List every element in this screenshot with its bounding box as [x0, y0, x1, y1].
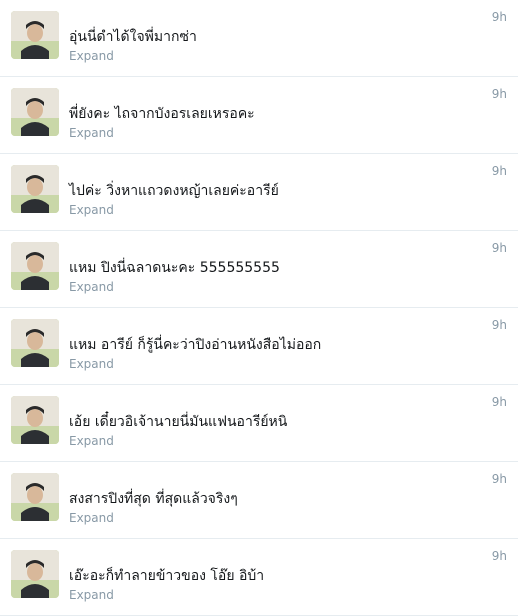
avatar[interactable] — [11, 88, 59, 136]
tweet-time: 9h — [491, 241, 507, 255]
tweet-row[interactable]: 9h เอ้ย เดี๋ยวอิเจ้านายนี่มันแฟนอารีย์หน… — [0, 385, 518, 462]
expand-link[interactable]: Expand — [69, 203, 114, 217]
tweet-text: อุ่นนี่ดำได้ใจพี่มากซ่า — [69, 29, 197, 45]
tweet-row[interactable]: 9h อุ่นนี่ดำได้ใจพี่มากซ่า Expand — [0, 0, 518, 77]
tweet-text: พี่ยังคะ ไถจากบังอรเลยเหรอคะ — [69, 106, 255, 122]
tweet-text: แหม อารีย์ ก็รู้นี่คะว่าปิงอ่านหนังสือไม… — [69, 337, 322, 353]
tweet-row[interactable]: 9h แหม อารีย์ ก็รู้นี่คะว่าปิงอ่านหนังสื… — [0, 308, 518, 385]
tweet-time: 9h — [491, 164, 507, 178]
avatar[interactable] — [11, 473, 59, 521]
expand-link[interactable]: Expand — [69, 357, 114, 371]
tweet-row[interactable]: 9h แหม ปิงนี่ฉลาดนะคะ 555555555 Expand — [0, 231, 518, 308]
avatar[interactable] — [11, 165, 59, 213]
avatar[interactable] — [11, 319, 59, 367]
expand-link[interactable]: Expand — [69, 280, 114, 294]
tweet-time: 9h — [491, 549, 507, 563]
expand-link[interactable]: Expand — [69, 126, 114, 140]
tweet-text: ไปค่ะ วิ่งหาแถวดงหญ้าเลยค่ะอารีย์ — [69, 183, 279, 199]
tweet-text: แหม ปิงนี่ฉลาดนะคะ 555555555 — [69, 260, 280, 276]
tweet-time: 9h — [491, 318, 507, 332]
avatar[interactable] — [11, 242, 59, 290]
tweet-row[interactable]: 9h พี่ยังคะ ไถจากบังอรเลยเหรอคะ Expand — [0, 77, 518, 154]
expand-link[interactable]: Expand — [69, 511, 114, 525]
tweet-row[interactable]: 9h สงสารปิงที่สุด ที่สุดแล้วจริงๆ Expand — [0, 462, 518, 539]
avatar[interactable] — [11, 396, 59, 444]
tweet-time: 9h — [491, 395, 507, 409]
expand-link[interactable]: Expand — [69, 49, 114, 63]
tweet-time: 9h — [491, 472, 507, 486]
avatar[interactable] — [11, 550, 59, 598]
tweet-time: 9h — [491, 10, 507, 24]
tweet-text: เอ้ย เดี๋ยวอิเจ้านายนี่มันแฟนอารีย์หนิ — [69, 414, 288, 430]
expand-link[interactable]: Expand — [69, 588, 114, 602]
tweet-time: 9h — [491, 87, 507, 101]
expand-link[interactable]: Expand — [69, 434, 114, 448]
tweet-row[interactable]: 9h เอ๊ะอะก็ทำลายข้าวของ โอ๊ย อิบ้า Expan… — [0, 539, 518, 616]
tweet-row[interactable]: 9h ไปค่ะ วิ่งหาแถวดงหญ้าเลยค่ะอารีย์ Exp… — [0, 154, 518, 231]
tweet-text: เอ๊ะอะก็ทำลายข้าวของ โอ๊ย อิบ้า — [69, 568, 265, 584]
tweet-text: สงสารปิงที่สุด ที่สุดแล้วจริงๆ — [69, 491, 238, 507]
avatar[interactable] — [11, 11, 59, 59]
tweet-list: 9h อุ่นนี่ดำได้ใจพี่มากซ่า Expand 9h พี่… — [0, 0, 518, 616]
